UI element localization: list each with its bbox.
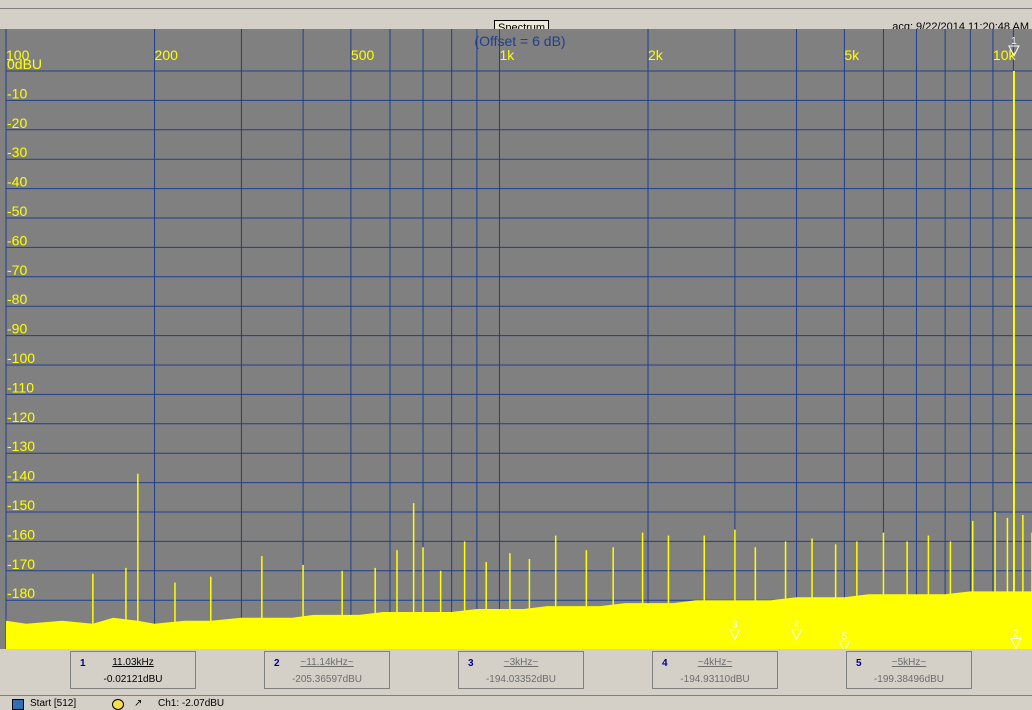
marker-panel-2[interactable]: 2 ~11.14kHz~ -205.36597dBU (264, 651, 390, 689)
y-tick-label: -20 (7, 115, 27, 131)
y-tick-label: -90 (7, 321, 27, 337)
y-tick-label: -10 (7, 85, 27, 101)
y-tick-label: -150 (7, 497, 35, 513)
y-tick-label: -50 (7, 203, 27, 219)
marker-frequency[interactable]: ~4kHz~ (653, 657, 777, 668)
y-tick-label: -180 (7, 585, 35, 601)
cursor-icon[interactable]: ↗ (134, 698, 142, 709)
marker-panel-1[interactable]: 1 11.03kHz -0.02121dBU (70, 651, 196, 689)
x-tick-label: 500 (351, 47, 375, 63)
marker-5-label: 5 (842, 631, 848, 642)
start-icon[interactable] (12, 699, 24, 710)
y-tick-label: -160 (7, 526, 35, 542)
y-tick-label: -30 (7, 144, 27, 160)
y-tick-label: -140 (7, 468, 35, 484)
marker-panel-5[interactable]: 5 ~5kHz~ -199.38496dBU (846, 651, 972, 689)
marker-4-label: 4 (794, 620, 800, 631)
start-status: Start [512] (30, 698, 77, 709)
marker-panel-4[interactable]: 4 ~4kHz~ -194.93110dBU (652, 651, 778, 689)
y-tick-label: -110 (7, 379, 34, 395)
smiley-icon[interactable] (112, 699, 124, 710)
x-tick-label: 200 (155, 47, 179, 63)
spectrum-plot[interactable]: (Offset = 6 dB)100 200 500 1k 2k 5k 10k0dBU-10… (0, 29, 1032, 649)
marker-frequency[interactable]: ~5kHz~ (847, 657, 971, 668)
y-tick-label: -170 (7, 556, 35, 572)
marker-frequency[interactable]: 11.03kHz (71, 657, 195, 668)
marker-amplitude: -0.02121dBU (103, 674, 163, 685)
status-bar: Start [512] ↗ Ch1: -2.07dBU (0, 695, 1032, 710)
x-tick-label: 5k (844, 47, 860, 63)
y-tick-label: -100 (7, 350, 35, 366)
marker-frequency[interactable]: ~3kHz~ (459, 657, 583, 668)
y-tick-label: -80 (7, 291, 27, 307)
y-tick-label: -130 (7, 438, 35, 454)
y-tick-label: -40 (7, 174, 27, 190)
y-tick-label: 0dBU (7, 56, 42, 72)
marker-amplitude: -194.03352dBU (485, 674, 557, 685)
top-frame (0, 0, 1032, 9)
y-tick-label: -120 (7, 409, 35, 425)
marker-2-label: 2 (1013, 628, 1019, 639)
x-tick-label: 2k (648, 47, 664, 63)
marker-frequency[interactable]: ~11.14kHz~ (265, 657, 389, 668)
marker-panel-3[interactable]: 3 ~3kHz~ -194.03352dBU (458, 651, 584, 689)
marker-1-label: 1 (1011, 36, 1017, 47)
y-tick-label: -60 (7, 232, 27, 248)
chart-title: (Offset = 6 dB) (474, 33, 565, 49)
marker-3-label: 3 (732, 620, 738, 631)
title-bar: Spectrum acq: 9/22/2014 11:20:48 AM (0, 9, 1032, 36)
x-tick-label: 1k (499, 47, 515, 63)
marker-amplitude: -194.93110dBU (680, 674, 750, 685)
marker-amplitude: -199.38496dBU (873, 674, 945, 685)
y-tick-label: -70 (7, 262, 27, 278)
channel-status: Ch1: -2.07dBU (158, 698, 225, 709)
marker-amplitude: -205.36597dBU (291, 674, 363, 685)
